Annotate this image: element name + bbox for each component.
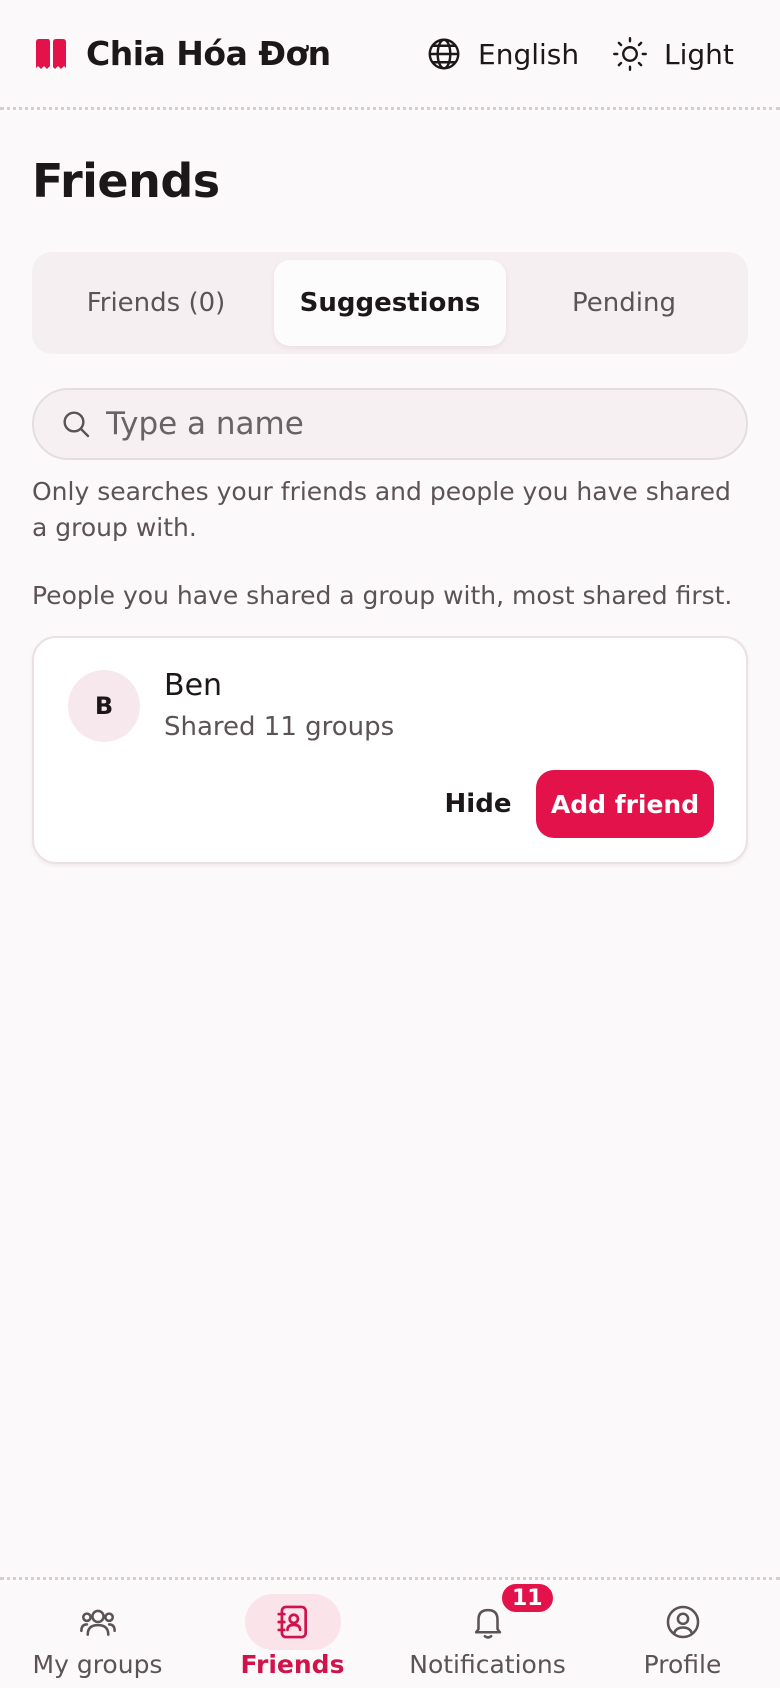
sun-icon (613, 37, 647, 71)
nav-friends-icon-wrap (244, 1594, 341, 1650)
nav-my-groups-label: My groups (32, 1650, 163, 1679)
bell-icon (474, 1608, 501, 1639)
nav-my-groups-icon-wrap (50, 1594, 146, 1650)
hide-button[interactable]: Hide (418, 770, 538, 838)
avatar: B (68, 670, 140, 742)
app-name: Chia Hóa Đơn (86, 34, 331, 73)
nav-friends[interactable]: Friends (195, 1580, 390, 1688)
language-button[interactable]: English (426, 36, 579, 72)
notification-count-badge: 11 (500, 1582, 555, 1614)
brand[interactable]: Chia Hóa Đơn (34, 34, 331, 73)
contact-book-icon (276, 1605, 307, 1639)
suggestions-caption: People you have shared a group with, mos… (32, 581, 733, 610)
friends-tabs: Friends (0) Suggestions Pending (32, 252, 748, 354)
header-divider (0, 107, 780, 110)
app-root: Chia Hóa Đơn English Light Friends Frien… (0, 0, 780, 1688)
tab-suggestions[interactable]: Suggestions (274, 260, 506, 346)
users-icon (79, 1609, 116, 1636)
globe-icon (428, 38, 460, 70)
theme-label: Light (664, 37, 734, 71)
nav-my-groups[interactable]: My groups (0, 1580, 195, 1688)
search-icon (63, 411, 90, 438)
search-box (32, 388, 748, 460)
nav-profile[interactable]: Profile (585, 1580, 780, 1688)
receipt-logo-icon (36, 38, 66, 69)
tab-pending[interactable]: Pending (508, 260, 740, 346)
theme-toggle-button[interactable]: Light (612, 36, 734, 72)
top-header: Chia Hóa Đơn English Light (0, 0, 780, 110)
nav-profile-icon-wrap (635, 1594, 731, 1650)
nav-profile-label: Profile (643, 1650, 722, 1679)
page-title: Friends (32, 154, 220, 208)
search-help-text: Only searches your friends and people yo… (32, 477, 731, 542)
nav-friends-label: Friends (240, 1650, 345, 1679)
search-input[interactable] (106, 406, 706, 442)
user-circle-icon (666, 1605, 699, 1639)
nav-notifications-label: Notifications (409, 1650, 566, 1679)
nav-notifications[interactable]: 11 Notifications (390, 1580, 585, 1688)
add-friend-button[interactable]: Add friend (536, 770, 714, 838)
suggestion-card: B Ben Shared 11 groups Hide Add friend (32, 636, 748, 864)
suggestion-shared-count: Shared 11 groups (164, 712, 395, 742)
tab-friends[interactable]: Friends (0) (40, 260, 272, 346)
bottom-nav: My groups Friends 11 Notifications Profi… (0, 1580, 780, 1688)
suggestion-name: Ben (164, 668, 223, 703)
language-label: English (478, 37, 580, 71)
